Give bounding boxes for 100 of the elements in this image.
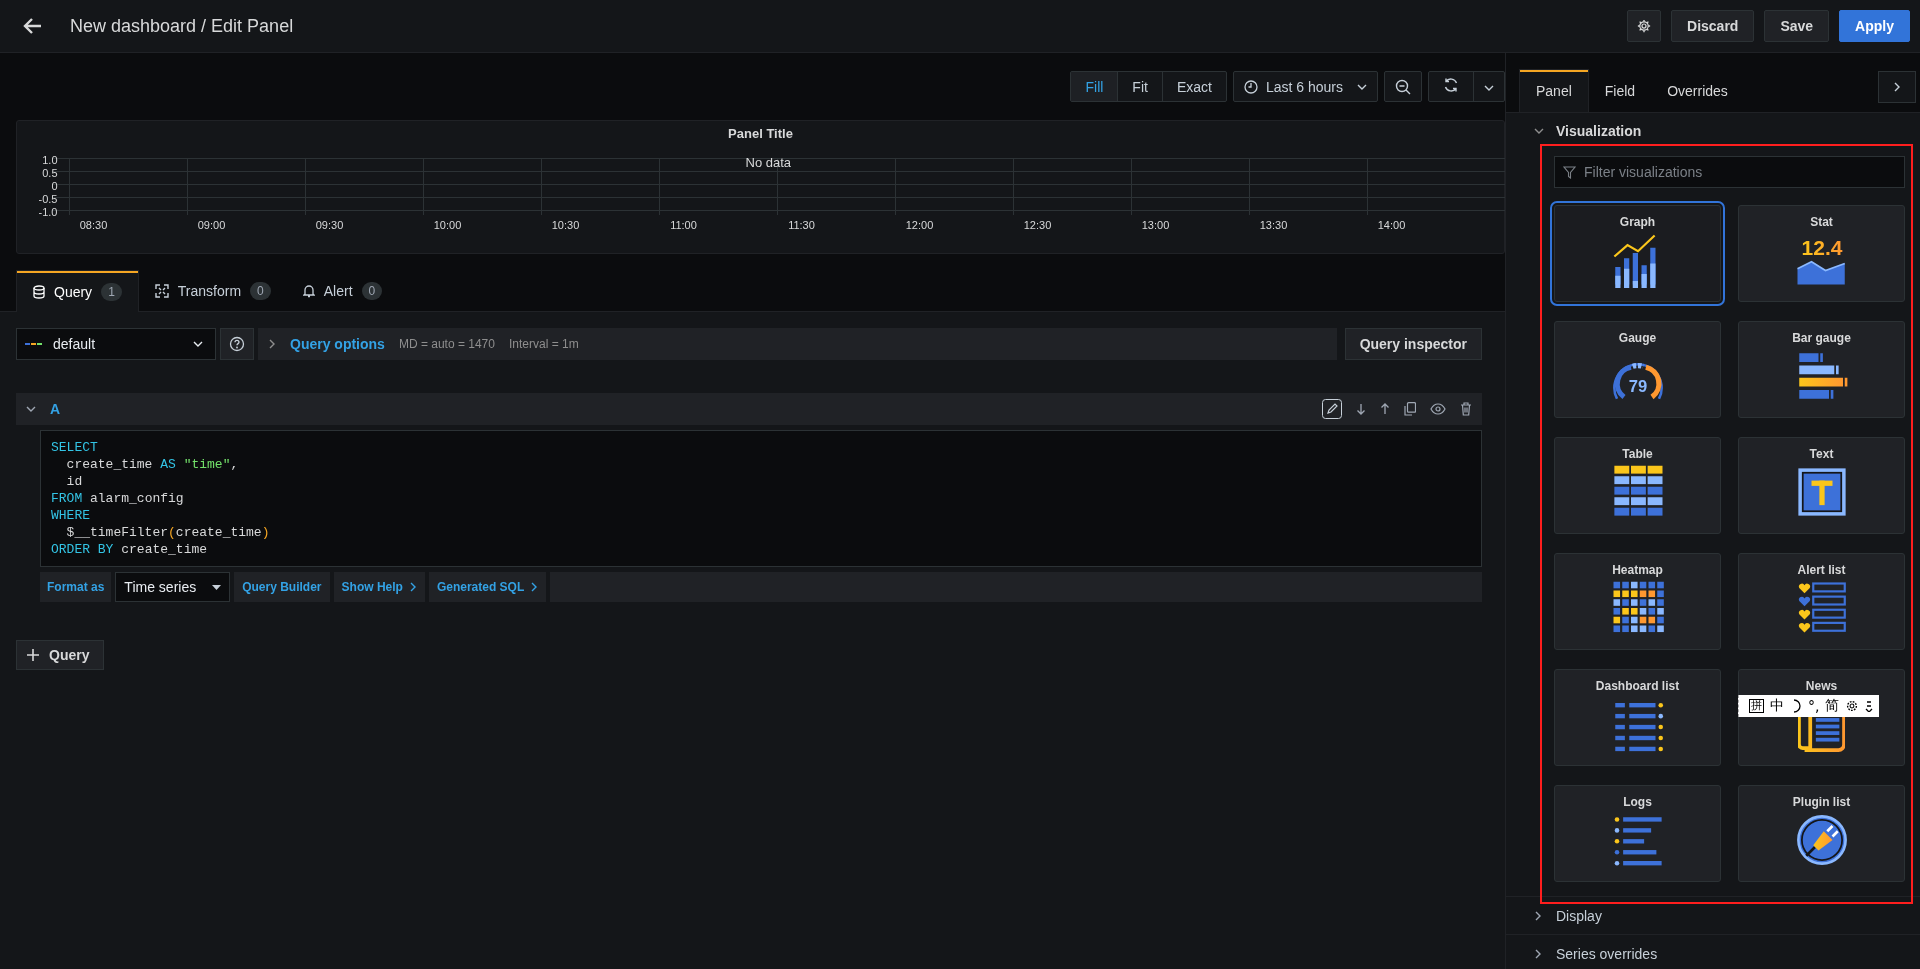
x-axis-label: 12:00: [905, 219, 934, 231]
query-inspector-button[interactable]: Query inspector: [1344, 328, 1482, 360]
settings-icon: [1637, 19, 1652, 33]
copy-icon[interactable]: [1404, 402, 1416, 416]
count-badge: 0: [250, 282, 271, 300]
caret-down-icon: [212, 584, 222, 590]
newspaper-icon: [1798, 717, 1845, 752]
visualization-card[interactable]: Bar gauge: [1738, 321, 1905, 418]
edit-pencil-icon[interactable]: [1322, 399, 1342, 419]
x-axis-label: 10:00: [433, 219, 462, 231]
panel-title: Panel Title: [728, 126, 793, 141]
chevron-right-icon: [1893, 82, 1901, 92]
editor-tab[interactable]: Query 1: [16, 270, 139, 313]
more-icon[interactable]: [1865, 700, 1874, 712]
interval-info: Interval = 1m: [509, 337, 579, 351]
y-axis-label: 1.0: [41, 155, 58, 166]
clock-icon: [1243, 79, 1258, 94]
eye-icon[interactable]: [1430, 403, 1446, 415]
count-badge: 0: [361, 282, 383, 300]
view-mode-button[interactable]: Exact: [1161, 72, 1226, 101]
collapse-icon[interactable]: [1534, 127, 1544, 135]
secondary-action-button[interactable]: Save: [1764, 10, 1830, 42]
visualization-card[interactable]: Text: [1738, 437, 1905, 534]
editor-tab[interactable]: Alert 0: [286, 270, 399, 312]
add-query-button[interactable]: Query: [16, 640, 105, 670]
filter-field[interactable]: Filter visualizations: [1554, 156, 1905, 188]
settings-button[interactable]: [1627, 10, 1662, 42]
x-axis-label: 13:00: [1141, 219, 1170, 231]
view-mode-button[interactable]: Fit: [1117, 72, 1162, 101]
x-axis-label: 12:30: [1023, 219, 1052, 231]
plus-icon: [27, 649, 39, 661]
chevron-right-icon: [268, 339, 276, 349]
caret-icon[interactable]: [1484, 83, 1494, 92]
time-range-picker[interactable]: Last 6 hours: [1232, 71, 1378, 102]
expand-icon: [1534, 948, 1542, 959]
format-select[interactable]: Time series: [115, 572, 231, 602]
no-data-message: No data: [745, 155, 792, 170]
section-header[interactable]: Visualization: [1556, 123, 1642, 139]
page-title: New dashboard / Edit Panel: [70, 15, 295, 37]
options-tab[interactable]: Overrides: [1651, 70, 1744, 112]
chevron-right-icon: [530, 582, 539, 592]
x-axis-label: 14:00: [1377, 219, 1406, 231]
visualization-card[interactable]: Stat 12.4: [1738, 205, 1905, 302]
help-icon: [229, 336, 245, 352]
y-axis-label: 0: [50, 181, 58, 192]
visualization-card[interactable]: Dashboard list: [1554, 669, 1721, 766]
editor-tab[interactable]: Transform 0: [138, 270, 287, 312]
query-editor-link[interactable]: Show Help: [333, 572, 425, 602]
chevron-right-icon: [408, 582, 417, 592]
format-label: Format as: [40, 572, 112, 602]
visualization-card[interactable]: Logs: [1554, 785, 1721, 882]
database-icon: [33, 285, 45, 299]
visualization-card[interactable]: Alert list: [1738, 553, 1905, 650]
move-down-icon[interactable]: [1356, 403, 1366, 415]
view-mode-button[interactable]: Fill: [1071, 72, 1118, 101]
data-source-picker[interactable]: default: [16, 328, 216, 360]
back-arrow-icon[interactable]: [22, 17, 42, 35]
transform-icon: [154, 284, 169, 298]
bell-icon: [302, 284, 315, 298]
input-mode-label[interactable]: 中: [1770, 697, 1784, 715]
max-data-points-info: MD = auto = 1470: [398, 337, 495, 351]
sql-editor[interactable]: SELECT create_time AS "time", id FROM alarm_config WHERE $__timeFilter(create_time) ORDER BY create_time: [40, 430, 1482, 567]
options-tab[interactable]: Field: [1588, 70, 1652, 112]
section-header[interactable]: Series overrides: [1556, 945, 1658, 962]
visualization-card[interactable]: Gauge 79: [1554, 321, 1721, 418]
count-badge: 1: [101, 283, 122, 301]
x-axis-label: 13:30: [1259, 219, 1288, 231]
query-editor-link[interactable]: Generated SQL: [428, 572, 547, 602]
x-axis-label: 09:30: [315, 219, 344, 231]
query-editor-link[interactable]: Query Builder: [234, 572, 330, 602]
x-axis-label: 09:00: [197, 219, 226, 231]
query-ref: A: [50, 401, 62, 417]
x-axis-label: 11:30: [788, 219, 815, 231]
visualization-card[interactable]: Heatmap: [1554, 553, 1721, 650]
filter-icon: [1563, 166, 1576, 179]
help-button[interactable]: [220, 328, 254, 360]
x-axis-label: 10:30: [551, 219, 580, 231]
refresh-icon: [1443, 77, 1459, 93]
query-options-toggle[interactable]: Query options: [290, 336, 385, 352]
input-mode-label[interactable]: °,: [1808, 698, 1820, 714]
data-source-logo-icon: [25, 341, 43, 347]
collapse-icon[interactable]: [26, 405, 36, 413]
options-tab[interactable]: Panel: [1519, 69, 1589, 112]
zoom-out-button[interactable]: [1384, 71, 1422, 102]
zoom-out-icon: [1395, 78, 1411, 95]
input-mode-label[interactable]: 简: [1825, 697, 1840, 715]
secondary-action-button[interactable]: Discard: [1671, 10, 1755, 42]
trash-icon[interactable]: [1460, 402, 1472, 416]
move-up-icon[interactable]: [1380, 403, 1390, 415]
visualization-card[interactable]: Table: [1554, 437, 1721, 534]
expand-icon: [1534, 910, 1542, 921]
settings-icon[interactable]: [1845, 699, 1860, 713]
visualization-card[interactable]: Plugin list: [1738, 785, 1905, 882]
primary-action-button[interactable]: Apply: [1839, 10, 1910, 42]
input-mode-label[interactable]: 拼: [1749, 699, 1764, 713]
y-axis-label: 0.5: [41, 168, 58, 179]
caret-icon[interactable]: [1357, 82, 1367, 91]
section-header[interactable]: Display: [1556, 907, 1602, 924]
x-axis-label: 08:30: [79, 219, 108, 231]
y-axis-label: -1.0: [37, 207, 58, 218]
